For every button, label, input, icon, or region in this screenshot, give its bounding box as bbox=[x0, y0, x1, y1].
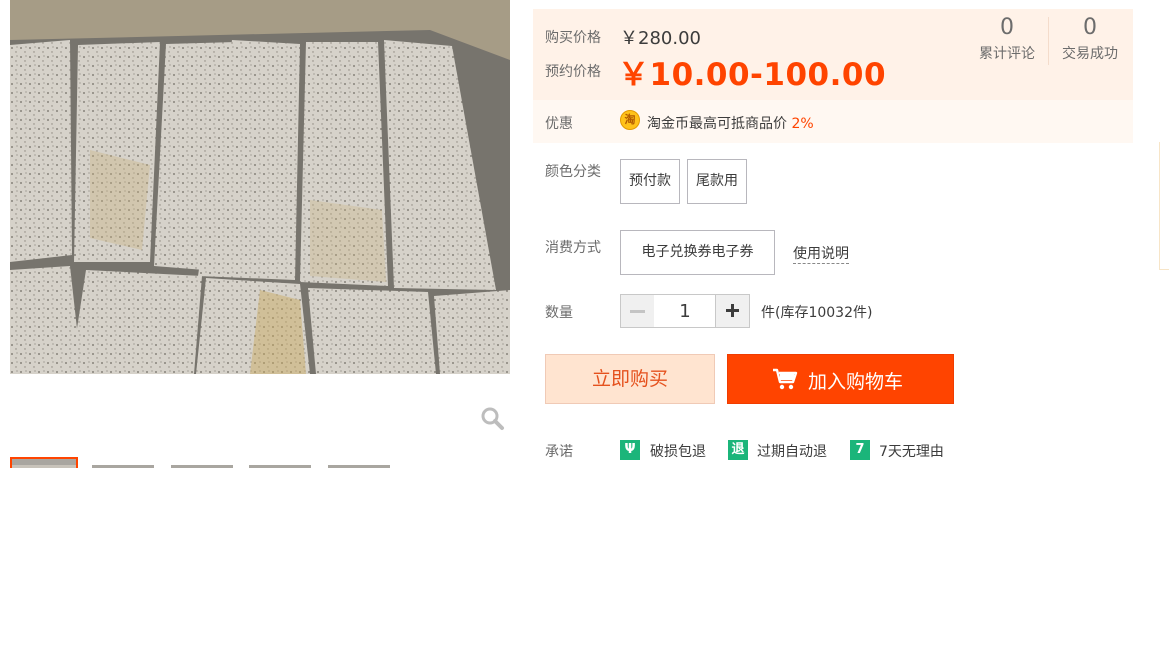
quantity-increase-button[interactable] bbox=[715, 294, 750, 328]
add-to-cart-button[interactable]: 加入购物车 bbox=[727, 354, 954, 404]
review-count: 0 bbox=[1000, 15, 1014, 40]
add-to-cart-label: 加入购物车 bbox=[808, 371, 904, 393]
stone-photo-illustration bbox=[10, 0, 510, 374]
price-panel: 购买价格 ￥280.00 预约价格 ￥10.00-100.00 0 累计评论 0… bbox=[533, 9, 1133, 100]
product-main-image[interactable] bbox=[10, 0, 510, 374]
quantity-input[interactable] bbox=[654, 294, 716, 328]
stat-divider bbox=[1048, 17, 1049, 65]
stock-text: 件(库存10032件) bbox=[761, 305, 873, 321]
review-count-label: 累计评论 bbox=[979, 46, 1035, 62]
magnifier-icon[interactable] bbox=[478, 404, 506, 432]
option-prepay[interactable]: 预付款 bbox=[620, 159, 680, 204]
thumbnail-1[interactable] bbox=[10, 457, 78, 468]
quantity-decrease-button[interactable] bbox=[620, 294, 655, 328]
promise-damage-return[interactable]: 破损包退 bbox=[650, 441, 706, 461]
color-category-label: 颜色分类 bbox=[545, 164, 601, 180]
quantity-label: 数量 bbox=[545, 305, 573, 321]
minus-icon bbox=[630, 310, 645, 313]
sidebar-edge-cap bbox=[1159, 269, 1169, 270]
review-count-stat[interactable]: 0 累计评论 bbox=[967, 15, 1047, 63]
promotion-label: 优惠 bbox=[545, 116, 573, 132]
consumption-label: 消费方式 bbox=[545, 240, 601, 256]
usage-instructions-link[interactable]: 使用说明 bbox=[793, 243, 849, 264]
promotion-percent: 2% bbox=[791, 116, 814, 132]
promise-label: 承诺 bbox=[545, 444, 573, 460]
trade-count: 0 bbox=[1083, 15, 1097, 40]
trade-count-label: 交易成功 bbox=[1062, 46, 1118, 62]
buy-price-label: 购买价格 bbox=[545, 30, 601, 46]
trade-count-stat[interactable]: 0 交易成功 bbox=[1050, 15, 1130, 63]
thumbnail-2[interactable] bbox=[92, 465, 154, 468]
taojinbi-coin-icon: 淘 bbox=[620, 110, 640, 130]
damage-return-icon: Ψ bbox=[620, 440, 640, 460]
buy-now-button[interactable]: 立即购买 bbox=[545, 354, 715, 404]
option-final-payment[interactable]: 尾款用 bbox=[687, 159, 747, 204]
promise-seven-day[interactable]: 7天无理由 bbox=[879, 441, 944, 461]
option-e-voucher[interactable]: 电子兑换券电子券 bbox=[620, 230, 775, 275]
sidebar-edge-line bbox=[1159, 142, 1160, 270]
plus-icon bbox=[726, 304, 739, 317]
buy-price-value: ￥280.00 bbox=[620, 28, 701, 49]
promotion-text: 淘金币最高可抵商品价 2% bbox=[647, 113, 814, 133]
promise-auto-refund[interactable]: 过期自动退 bbox=[757, 441, 827, 461]
thumbnail-5[interactable] bbox=[328, 465, 390, 468]
thumbnail-4[interactable] bbox=[249, 465, 311, 468]
pre-price-value: ￥10.00-100.00 bbox=[618, 57, 887, 93]
auto-refund-icon: 退 bbox=[728, 440, 748, 460]
thumbnail-3[interactable] bbox=[171, 465, 233, 468]
promotion-description: 淘金币最高可抵商品价 bbox=[647, 116, 787, 132]
pre-price-label: 预约价格 bbox=[545, 64, 601, 80]
seven-day-icon: 7 bbox=[850, 440, 870, 460]
thumbnail-strip bbox=[10, 457, 510, 468]
promotion-row: 优惠 淘 淘金币最高可抵商品价 2% bbox=[533, 100, 1133, 143]
shopping-cart-icon bbox=[773, 368, 798, 390]
